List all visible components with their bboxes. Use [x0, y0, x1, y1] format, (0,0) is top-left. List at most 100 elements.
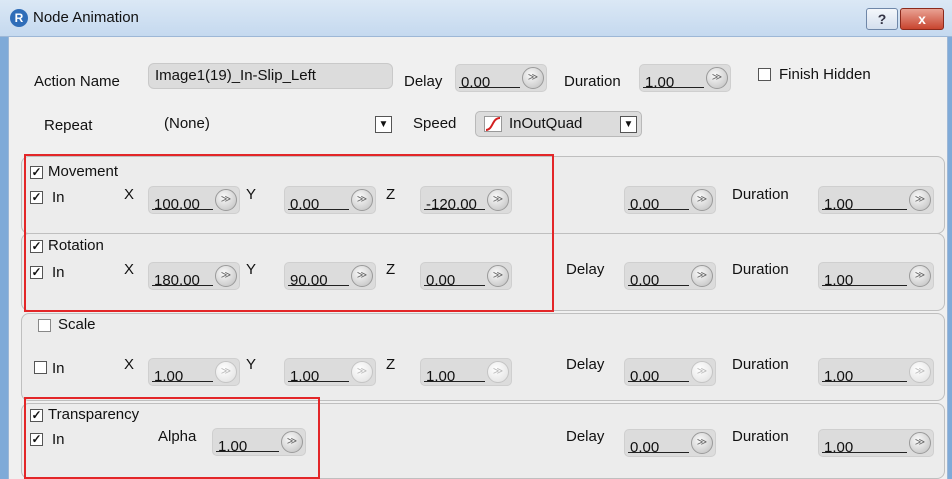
- movement-z-spinbox[interactable]: -120.00 ≫: [420, 186, 512, 214]
- rotation-delay-spin-icon[interactable]: ≫: [691, 265, 713, 287]
- movement-x-spinbox[interactable]: 100.00 ≫: [148, 186, 240, 214]
- movement-x-label: X: [124, 186, 135, 203]
- rotation-y-spin-icon[interactable]: ≫: [351, 265, 373, 287]
- movement-y-spinbox[interactable]: 0.00 ≫: [284, 186, 376, 214]
- movement-y-spin-icon[interactable]: ≫: [351, 189, 373, 211]
- rotation-duration-spin-icon[interactable]: ≫: [909, 265, 931, 287]
- transparency-duration-spinbox[interactable]: 1.00 ≫: [818, 429, 934, 457]
- transparency-alpha-spinbox[interactable]: 1.00 ≫: [212, 428, 306, 456]
- transparency-in-label: In: [52, 431, 65, 448]
- scale-z-value: 1.00: [426, 368, 456, 385]
- movement-x-spin-icon[interactable]: ≫: [215, 189, 237, 211]
- scale-delay-spinbox[interactable]: 0.00 ≫: [624, 358, 716, 386]
- scale-duration-spin-icon[interactable]: ≫: [909, 361, 931, 383]
- dialog-body: Action Name Image1(19)_In-Slip_Left Dela…: [8, 37, 948, 479]
- close-button[interactable]: x: [900, 8, 944, 30]
- movement-in-label: In: [52, 189, 65, 206]
- rotation-delay-spinbox[interactable]: 0.00 ≫: [624, 262, 716, 290]
- movement-z-value: -120.00: [426, 196, 477, 213]
- scale-checkbox[interactable]: [38, 319, 51, 332]
- scale-y-spinbox[interactable]: 1.00 ≫: [284, 358, 376, 386]
- scale-delay-label: Delay: [566, 356, 605, 373]
- movement-delay-value: 0.00: [630, 196, 660, 213]
- transparency-in-checkbox[interactable]: ✓: [30, 433, 43, 446]
- duration-spin-icon[interactable]: ≫: [706, 67, 728, 89]
- scale-x-label: X: [124, 356, 135, 373]
- scale-duration-spinbox[interactable]: 1.00 ≫: [818, 358, 934, 386]
- duration-spinbox[interactable]: 1.00 ≫: [639, 64, 731, 92]
- rotation-y-spinbox[interactable]: 90.00 ≫: [284, 262, 376, 290]
- speed-label: Speed: [413, 115, 457, 132]
- movement-in-checkbox[interactable]: ✓: [30, 191, 43, 204]
- rotation-delay-label: Delay: [566, 261, 605, 278]
- movement-z-spin-icon[interactable]: ≫: [487, 189, 509, 211]
- scale-delay-value: 0.00: [630, 368, 660, 385]
- movement-title: Movement: [48, 163, 119, 180]
- rotation-group: ✓ Rotation ✓ In X 180.00 ≫ Y 90.00 ≫ Z 0…: [21, 233, 945, 311]
- movement-delay-spin-icon[interactable]: ≫: [691, 189, 713, 211]
- rotation-x-spinbox[interactable]: 180.00 ≫: [148, 262, 240, 290]
- transparency-alpha-spin-icon[interactable]: ≫: [281, 431, 303, 453]
- scale-z-spin-icon[interactable]: ≫: [487, 361, 509, 383]
- rotation-delay-value: 0.00: [630, 272, 660, 289]
- node-animation-window: R Node Animation ? x Action Name Image1(…: [0, 0, 952, 479]
- rotation-in-checkbox[interactable]: ✓: [30, 266, 43, 279]
- repeat-combo[interactable]: (None) ▼: [152, 112, 394, 138]
- rotation-x-value: 180.00: [154, 272, 200, 289]
- movement-delay-spinbox[interactable]: 0.00 ≫: [624, 186, 716, 214]
- scale-duration-label: Duration: [732, 356, 789, 373]
- rotation-x-label: X: [124, 261, 135, 278]
- scale-z-spinbox[interactable]: 1.00 ≫: [420, 358, 512, 386]
- rotation-z-label: Z: [386, 261, 396, 278]
- scale-title: Scale: [58, 316, 96, 333]
- rotation-z-spinbox[interactable]: 0.00 ≫: [420, 262, 512, 290]
- rotation-x-spin-icon[interactable]: ≫: [215, 265, 237, 287]
- finish-hidden-checkbox[interactable]: [758, 68, 771, 81]
- delay-value: 0.00: [461, 74, 491, 91]
- movement-z-label: Z: [386, 186, 396, 203]
- rotation-checkbox[interactable]: ✓: [30, 240, 43, 253]
- delay-spinbox[interactable]: 0.00 ≫: [455, 64, 547, 92]
- repeat-dropdown-icon[interactable]: ▼: [375, 116, 392, 133]
- action-name-field[interactable]: Image1(19)_In-Slip_Left: [148, 63, 393, 89]
- repeat-label: Repeat: [44, 117, 93, 134]
- movement-duration-label: Duration: [732, 186, 789, 203]
- rotation-y-value: 90.00: [290, 272, 328, 289]
- scale-x-spinbox[interactable]: 1.00 ≫: [148, 358, 240, 386]
- delay-spin-icon[interactable]: ≫: [522, 67, 544, 89]
- transparency-delay-spinbox[interactable]: 0.00 ≫: [624, 429, 716, 457]
- rotation-in-label: In: [52, 264, 65, 281]
- duration-label: Duration: [564, 73, 621, 90]
- delay-label: Delay: [404, 73, 443, 90]
- speed-combo[interactable]: InOutQuad ▼: [475, 111, 642, 137]
- scale-in-checkbox[interactable]: [34, 361, 47, 374]
- duration-value: 1.00: [645, 74, 675, 91]
- movement-duration-spin-icon[interactable]: ≫: [909, 189, 931, 211]
- scale-x-spin-icon[interactable]: ≫: [215, 361, 237, 383]
- rotation-duration-value: 1.00: [824, 272, 854, 289]
- scale-group: Scale In X 1.00 ≫ Y 1.00 ≫ Z 1.00 ≫ Dela…: [21, 313, 945, 401]
- help-button[interactable]: ?: [866, 8, 898, 30]
- scale-duration-value: 1.00: [824, 368, 854, 385]
- transparency-group: ✓ Transparency ✓ In Alpha 1.00 ≫ Delay 0…: [21, 403, 945, 479]
- transparency-duration-spin-icon[interactable]: ≫: [909, 432, 931, 454]
- movement-duration-spinbox[interactable]: 1.00 ≫: [818, 186, 934, 214]
- scale-y-spin-icon[interactable]: ≫: [351, 361, 373, 383]
- rotation-duration-label: Duration: [732, 261, 789, 278]
- transparency-delay-spin-icon[interactable]: ≫: [691, 432, 713, 454]
- rotation-z-value: 0.00: [426, 272, 456, 289]
- rotation-z-spin-icon[interactable]: ≫: [487, 265, 509, 287]
- title-bar: R Node Animation ? x: [0, 0, 952, 37]
- movement-y-value: 0.00: [290, 196, 320, 213]
- rotation-duration-spinbox[interactable]: 1.00 ≫: [818, 262, 934, 290]
- speed-value: InOutQuad: [509, 115, 583, 132]
- movement-checkbox[interactable]: ✓: [30, 166, 43, 179]
- speed-dropdown-icon[interactable]: ▼: [620, 116, 637, 133]
- transparency-duration-value: 1.00: [824, 439, 854, 456]
- scale-delay-spin-icon[interactable]: ≫: [691, 361, 713, 383]
- scale-y-value: 1.00: [290, 368, 320, 385]
- transparency-checkbox[interactable]: ✓: [30, 409, 43, 422]
- movement-duration-value: 1.00: [824, 196, 854, 213]
- rotation-title: Rotation: [48, 237, 104, 254]
- movement-y-label: Y: [246, 186, 257, 203]
